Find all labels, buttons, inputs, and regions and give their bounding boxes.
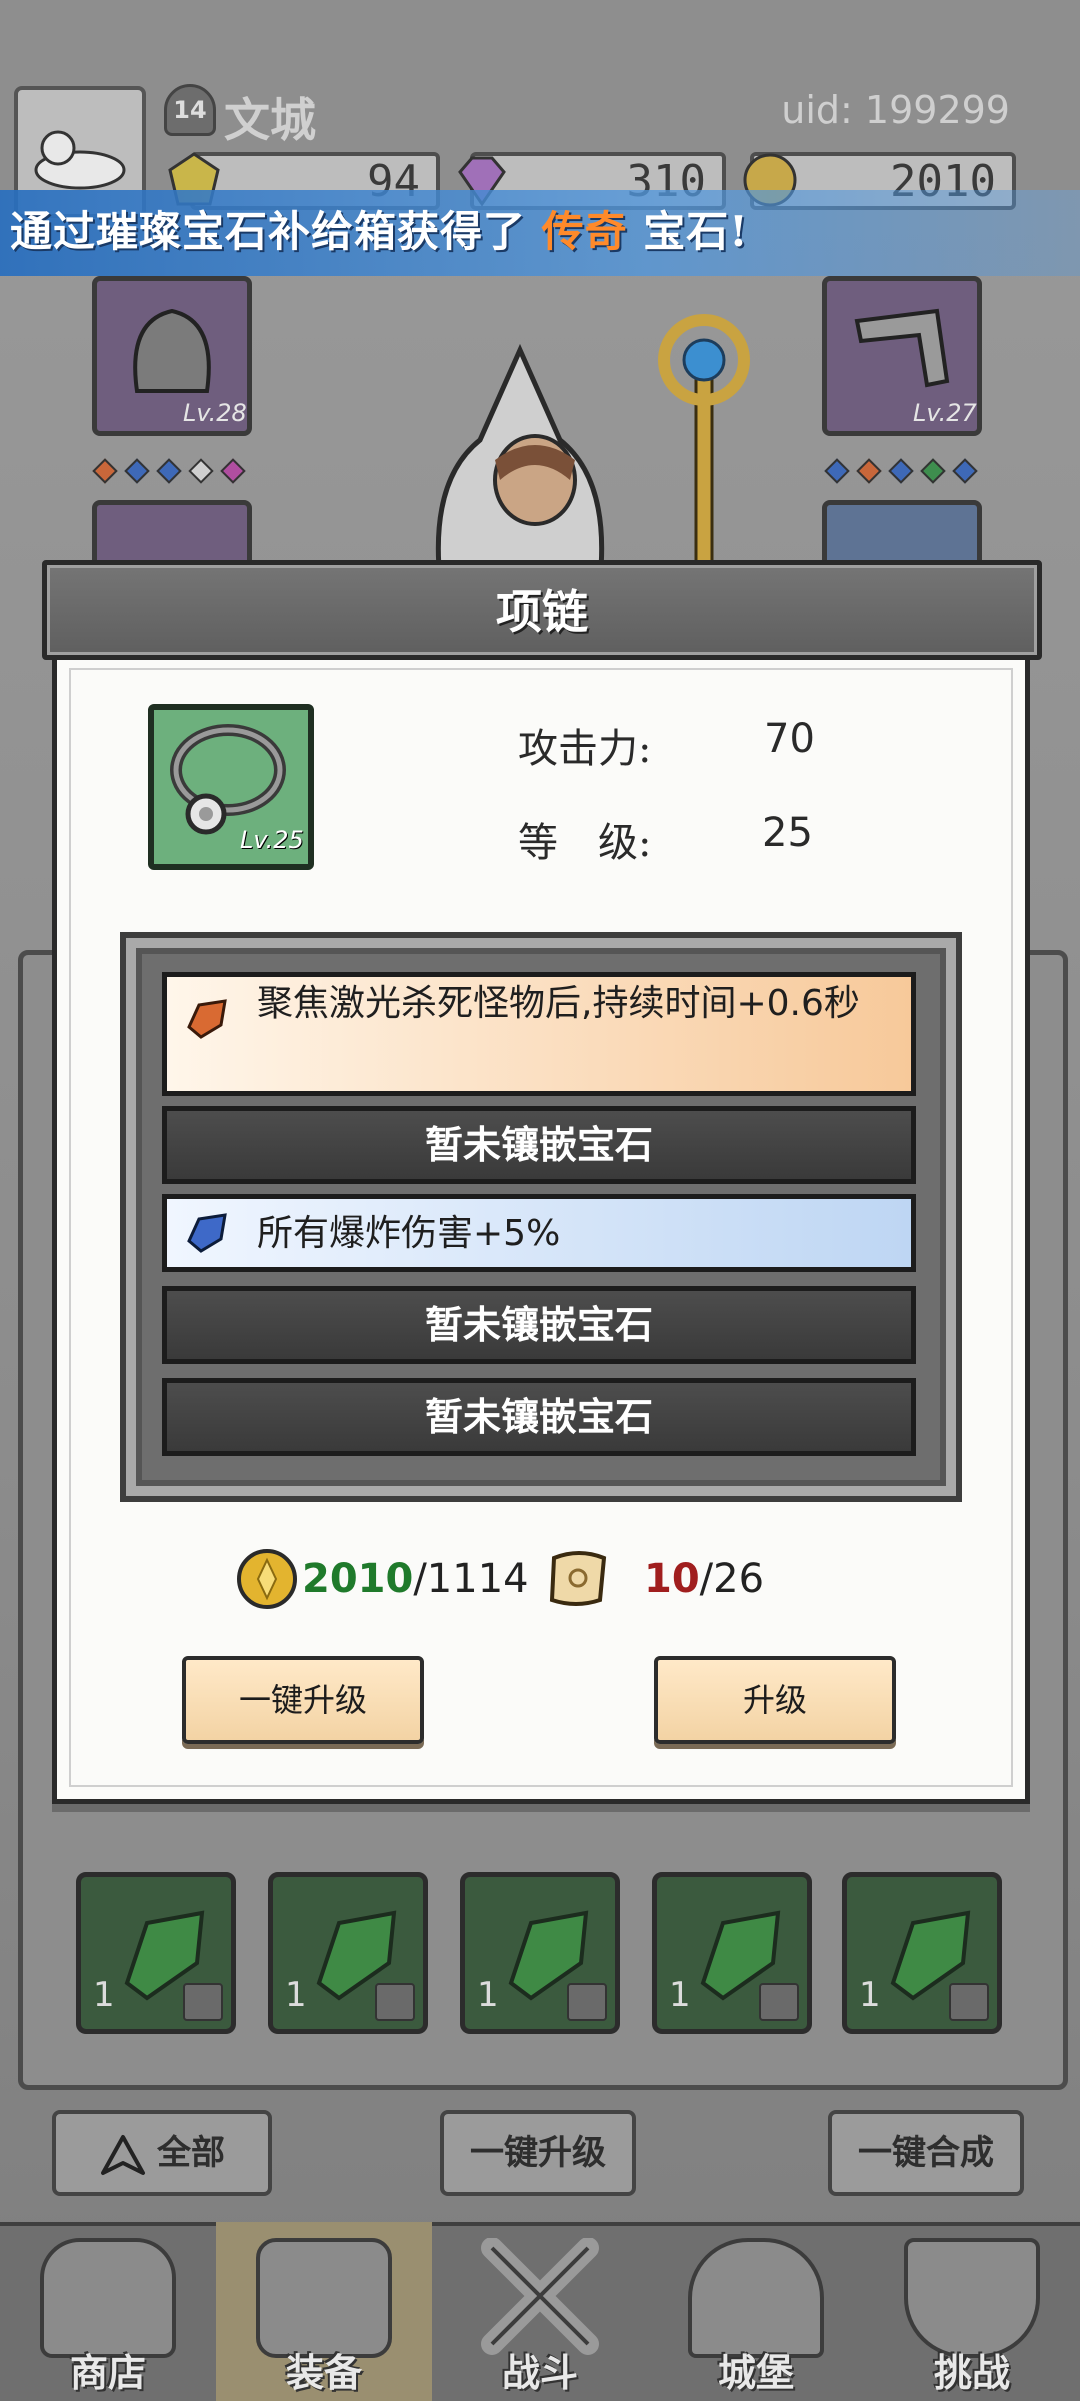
right-gem-indicators bbox=[824, 458, 988, 484]
scroll-icon bbox=[549, 1551, 607, 1606]
gem-socket-5-text: 暂未镶嵌宝石 bbox=[424, 1394, 653, 1439]
shield-icon bbox=[904, 2238, 1040, 2358]
nav-challenge[interactable]: 挑战 bbox=[864, 2222, 1080, 2401]
upgrade-button[interactable]: 升级 bbox=[654, 1656, 896, 1744]
notification-prefix: 通过璀璨宝石补给箱获得了 bbox=[10, 207, 527, 256]
attack-value: 70 bbox=[764, 716, 815, 762]
filter-triangle-icon bbox=[101, 2135, 145, 2175]
nav-shop-label: 商店 bbox=[69, 2350, 146, 2395]
bulk-upgrade-button[interactable]: 一键升级 bbox=[440, 2110, 636, 2196]
inventory-gem-cell[interactable]: 1 bbox=[76, 1872, 236, 2034]
bulk-merge-button[interactable]: 一键合成 bbox=[828, 2110, 1024, 2196]
left-gem-indicators bbox=[92, 458, 256, 484]
player-uid: uid: 199299 bbox=[781, 88, 1010, 132]
gem-quantity: 1 bbox=[669, 1975, 691, 2015]
staff-art bbox=[658, 314, 750, 580]
backpack-icon bbox=[256, 2238, 392, 2358]
filter-all-label: 全部 bbox=[157, 2133, 225, 2173]
gem-socket-2[interactable]: 暂未镶嵌宝石 bbox=[162, 1106, 916, 1184]
level-label: 等 级: bbox=[518, 820, 652, 866]
hero-character-art bbox=[435, 343, 605, 580]
scroll-required: /26 bbox=[699, 1556, 765, 1602]
orange-gem-icon bbox=[187, 999, 227, 1039]
gem-quantity: 1 bbox=[285, 1975, 307, 2015]
hat-tag-icon bbox=[567, 1983, 607, 2021]
scroll-owned: 10 bbox=[644, 1556, 700, 1602]
dialog-title: 项链 bbox=[496, 585, 588, 639]
gem-quantity: 1 bbox=[859, 1975, 881, 2015]
item-level-tag: Lv.25 bbox=[240, 826, 304, 854]
nav-castle[interactable]: 城堡 bbox=[648, 2222, 864, 2401]
gem-socket-3[interactable]: 所有爆炸伤害+5% bbox=[162, 1194, 916, 1272]
gem-socket-4[interactable]: 暂未镶嵌宝石 bbox=[162, 1286, 916, 1364]
upgrade-max-button[interactable]: 一键升级 bbox=[182, 1656, 424, 1744]
nav-shop[interactable]: 商店 bbox=[0, 2222, 216, 2401]
castle-icon bbox=[688, 2238, 824, 2358]
gem-socket-3-text: 所有爆炸伤害+5% bbox=[257, 1213, 561, 1254]
inventory-gem-cell[interactable]: 1 bbox=[460, 1872, 620, 2034]
gold-owned: 2010 bbox=[302, 1556, 414, 1602]
gold-coin-icon bbox=[237, 1549, 297, 1609]
level-value: 25 bbox=[762, 810, 813, 856]
attack-label: 攻击力: bbox=[518, 726, 652, 772]
gem-socket-1-text: 聚焦激光杀死怪物后,持续时间+0.6秒 bbox=[257, 983, 860, 1024]
gem-socket-1[interactable]: 聚焦激光杀死怪物后,持续时间+0.6秒 bbox=[162, 972, 916, 1096]
nav-battle[interactable]: 战斗 bbox=[432, 2222, 648, 2401]
notification-suffix: 宝石! bbox=[643, 207, 749, 256]
notification-text: 通过璀璨宝石补给箱获得了 传奇 宝石! bbox=[10, 198, 749, 259]
inventory-gem-cell[interactable]: 1 bbox=[842, 1872, 1002, 2034]
blue-gem-icon bbox=[187, 1213, 227, 1253]
gem-quantity: 1 bbox=[93, 1975, 115, 2015]
inventory-gem-cell[interactable]: 1 bbox=[268, 1872, 428, 2034]
ring-tag-icon bbox=[949, 1983, 989, 2021]
hat-tag-icon bbox=[375, 1983, 415, 2021]
crossed-swords-icon bbox=[481, 2238, 599, 2355]
gold-required: /1114 bbox=[413, 1556, 529, 1602]
notification-highlight: 传奇 bbox=[541, 207, 628, 256]
nav-equipment[interactable]: 装备 bbox=[216, 2222, 432, 2401]
gem-socket-2-text: 暂未镶嵌宝石 bbox=[424, 1122, 653, 1167]
equip-level-right: Lv.27 bbox=[913, 399, 977, 427]
shop-icon bbox=[40, 2238, 176, 2358]
player-name: 文城 bbox=[224, 93, 316, 147]
nav-challenge-label: 挑战 bbox=[933, 2350, 1010, 2395]
equip-slot-weapon[interactable]: Lv.27 bbox=[822, 276, 982, 436]
gold-cost: 2010/1114 bbox=[302, 1556, 529, 1602]
equip-level-left: Lv.28 bbox=[183, 399, 247, 427]
filter-all-button[interactable]: 全部 bbox=[52, 2110, 272, 2196]
inventory-gem-cell[interactable]: 1 bbox=[652, 1872, 812, 2034]
equip-slot-helmet[interactable]: Lv.28 bbox=[92, 276, 252, 436]
ring-tag-icon bbox=[759, 1983, 799, 2021]
nav-battle-label: 战斗 bbox=[501, 2350, 578, 2395]
necklace-tag-icon bbox=[183, 1983, 223, 2021]
nav-equipment-label: 装备 bbox=[285, 2350, 362, 2395]
scroll-cost: 10/26 bbox=[644, 1556, 764, 1602]
gem-socket-4-text: 暂未镶嵌宝石 bbox=[424, 1302, 653, 1347]
player-level-badge: 14 bbox=[164, 84, 216, 136]
nav-castle-label: 城堡 bbox=[717, 2350, 794, 2395]
gem-socket-5[interactable]: 暂未镶嵌宝石 bbox=[162, 1378, 916, 1456]
gem-quantity: 1 bbox=[477, 1975, 499, 2015]
